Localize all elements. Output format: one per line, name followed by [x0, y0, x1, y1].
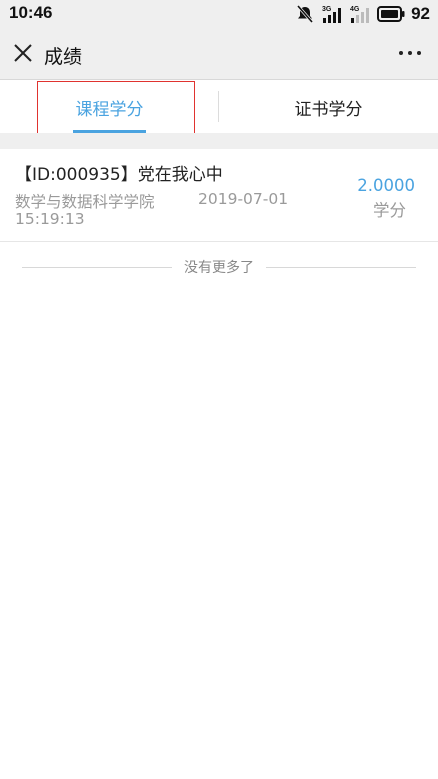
title-bar: 成绩	[0, 28, 438, 80]
close-button[interactable]	[12, 42, 34, 64]
more-icon	[399, 51, 421, 55]
status-bar: 10:46 3G 4G 92	[0, 0, 438, 28]
status-icons: 3G 4G 92	[295, 3, 430, 25]
status-time: 10:46	[9, 3, 53, 22]
tab-certificate-credits[interactable]: 证书学分	[219, 81, 438, 133]
tab-bar: 课程学分 证书学分	[0, 81, 438, 137]
item-score-unit: 学分	[373, 201, 406, 220]
battery-icon	[377, 6, 405, 22]
tab-certificate-credits-label: 证书学分	[294, 99, 363, 120]
signal-4g-icon: 4G	[350, 6, 370, 23]
page-title: 成绩	[44, 46, 83, 68]
item-department: 数学与数据科学学院	[15, 193, 155, 211]
end-divider-right	[266, 267, 416, 268]
list-item[interactable]: 【ID:000935】党在我心中 数学与数据科学学院 2019-07-01 15…	[0, 149, 438, 242]
item-time: 15:19:13	[15, 210, 85, 228]
item-title: 【ID:000935】党在我心中	[15, 165, 223, 185]
mute-icon	[296, 5, 314, 23]
more-options-button[interactable]	[396, 42, 424, 64]
end-divider-left	[22, 267, 172, 268]
battery-level: 92	[411, 4, 430, 23]
item-date: 2019-07-01	[198, 190, 289, 208]
close-icon	[14, 44, 32, 62]
end-text: 没有更多了	[184, 260, 254, 276]
signal-4g-label: 4G	[350, 6, 360, 13]
section-gap	[0, 133, 438, 149]
signal-3g-icon: 3G	[322, 6, 342, 23]
highlight-box	[37, 81, 195, 137]
signal-3g-label: 3G	[322, 6, 332, 13]
item-score: 2.0000	[357, 176, 415, 195]
list-end-indicator: 没有更多了	[0, 256, 438, 278]
